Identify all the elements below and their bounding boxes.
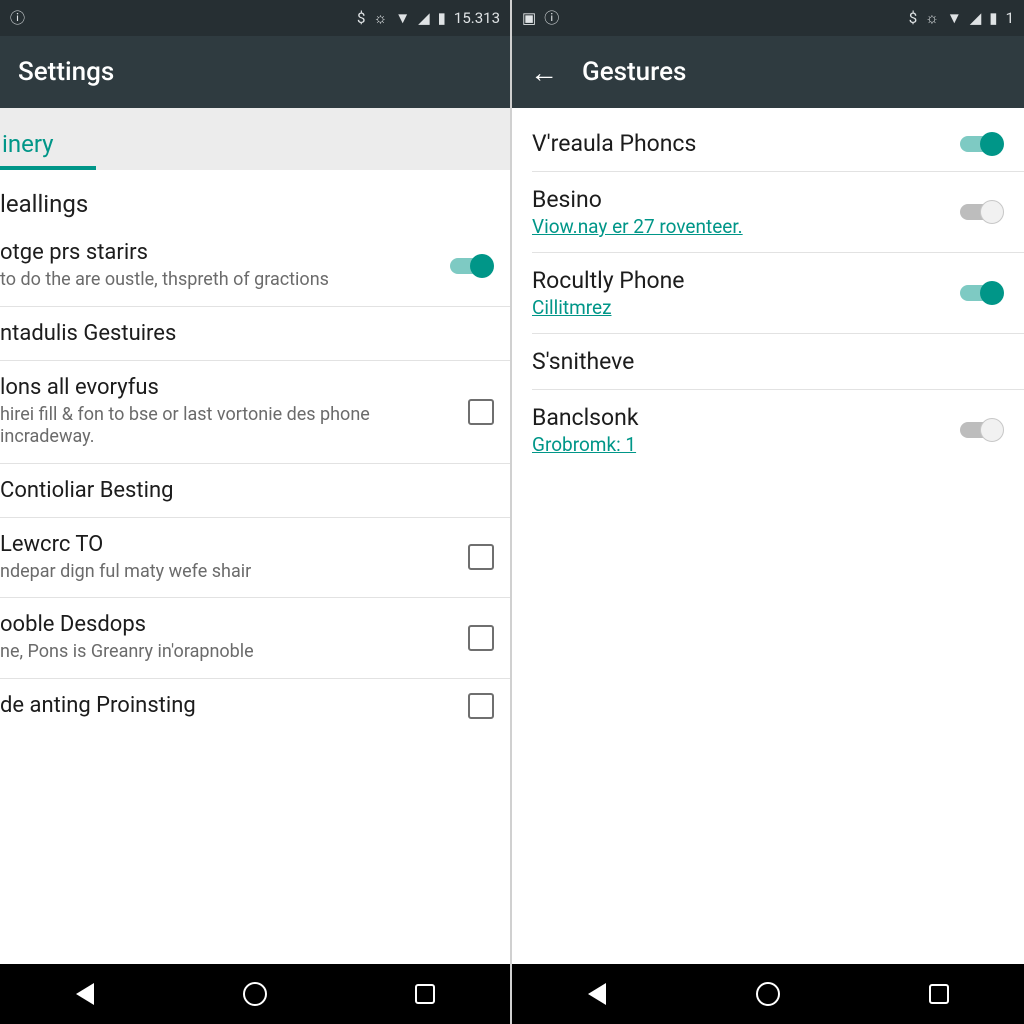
signal-icon: ◢	[418, 11, 430, 26]
nav-back[interactable]	[55, 978, 115, 1010]
screenshot-icon: ▣	[522, 11, 536, 26]
list-item[interactable]: Contioliar Besting	[0, 464, 510, 518]
list-item[interactable]: Banclsonk Grobromk: 1	[532, 390, 1024, 470]
list-item[interactable]: V'reaula Phoncs	[532, 116, 1024, 172]
phone-left: ⓘ $ ☼ ▼ ◢ ▮ 15.313 Settings inery lealli…	[0, 0, 512, 1024]
item-title: lons all evoryfus	[0, 375, 452, 400]
checkbox[interactable]	[468, 399, 494, 425]
item-subtitle: ndepar dign ful maty wefe shair	[0, 561, 452, 584]
item-title: Contioliar Besting	[0, 478, 494, 503]
list-item[interactable]: de anting Proinsting	[0, 679, 510, 733]
list-item[interactable]: lons all evoryfus hirei fill & fon to bs…	[0, 361, 510, 464]
toggle-switch[interactable]	[958, 199, 1004, 225]
tab-inery[interactable]: inery	[0, 130, 56, 170]
item-subtitle: ne, Pons is Greanry in'orapnoble	[0, 641, 452, 664]
list-item[interactable]: Lewcrc TO ndepar dign ful maty wefe shai…	[0, 518, 510, 599]
triangle-icon	[588, 983, 606, 1005]
toggle-switch[interactable]	[958, 417, 1004, 443]
item-title: Besino	[532, 186, 942, 213]
list-item[interactable]: ntadulis Gestuires	[0, 307, 510, 361]
item-subtitle: to do the are oustle, thspreth of gracti…	[0, 269, 432, 292]
currency-icon: $	[357, 11, 365, 26]
circle-icon	[243, 982, 267, 1006]
nav-home[interactable]	[738, 978, 798, 1010]
item-title: ntadulis Gestuires	[0, 321, 494, 346]
battery-icon: ▮	[438, 11, 446, 26]
currency-icon: $	[909, 11, 917, 26]
status-time: 1	[1006, 9, 1014, 27]
section-header: leallings	[0, 178, 510, 226]
nav-bar	[512, 964, 1024, 1024]
checkbox[interactable]	[468, 625, 494, 651]
app-bar: ← Gestures	[512, 36, 1024, 108]
item-link[interactable]: Grobromk: 1	[532, 433, 942, 456]
list-item[interactable]: Besino Viow.nay er 27 roventeer.	[532, 172, 1024, 253]
checkbox[interactable]	[468, 693, 494, 719]
item-subtitle: hirei fill & fon to bse or last vortonie…	[0, 404, 452, 449]
alarm-icon: ☼	[925, 11, 939, 26]
signal-icon: ◢	[970, 11, 982, 26]
item-link[interactable]: Viow.nay er 27 roventeer.	[532, 215, 942, 238]
back-button[interactable]: ←	[530, 56, 558, 89]
item-link[interactable]: Cillitmrez	[532, 296, 942, 319]
circle-icon	[756, 982, 780, 1006]
page-title: Settings	[18, 57, 114, 87]
info-icon: ⓘ	[544, 11, 559, 26]
gestures-list: V'reaula Phoncs Besino Viow.nay er 27 ro…	[512, 108, 1024, 964]
wifi-icon: ▼	[947, 11, 962, 26]
square-icon	[929, 984, 949, 1004]
nav-bar	[0, 964, 510, 1024]
item-title: Banclsonk	[532, 404, 942, 431]
info-icon: ⓘ	[10, 11, 25, 26]
nav-back[interactable]	[567, 978, 627, 1010]
item-title: otge prs starirs	[0, 240, 432, 265]
wifi-icon: ▼	[395, 11, 410, 26]
status-bar: ▣ ⓘ $ ☼ ▼ ◢ ▮ 1	[512, 0, 1024, 36]
nav-home[interactable]	[225, 978, 285, 1010]
nav-recents[interactable]	[909, 978, 969, 1010]
list-item[interactable]: ooble Desdops ne, Pons is Greanry in'ora…	[0, 598, 510, 679]
item-title: Lewcrc TO	[0, 532, 452, 557]
status-bar: ⓘ $ ☼ ▼ ◢ ▮ 15.313	[0, 0, 510, 36]
list-item[interactable]: Rocultly Phone Cillitmrez	[532, 253, 1024, 334]
page-title: Gestures	[582, 57, 686, 87]
square-icon	[415, 984, 435, 1004]
item-title: S'snitheve	[532, 348, 1004, 375]
settings-list: leallings otge prs starirs to do the are…	[0, 170, 510, 964]
list-item[interactable]: otge prs starirs to do the are oustle, t…	[0, 226, 510, 307]
battery-icon: ▮	[989, 11, 997, 26]
app-bar: Settings	[0, 36, 510, 108]
toggle-switch[interactable]	[958, 280, 1004, 306]
item-title: V'reaula Phoncs	[532, 130, 942, 157]
tab-strip: inery	[0, 108, 510, 170]
toggle-switch[interactable]	[448, 253, 494, 279]
alarm-icon: ☼	[373, 11, 387, 26]
triangle-icon	[76, 983, 94, 1005]
nav-recents[interactable]	[395, 978, 455, 1010]
list-item[interactable]: S'snitheve	[532, 334, 1024, 390]
phone-right: ▣ ⓘ $ ☼ ▼ ◢ ▮ 1 ← Gestures V'reaula Phon…	[512, 0, 1024, 1024]
status-time: 15.313	[454, 9, 500, 27]
toggle-switch[interactable]	[958, 131, 1004, 157]
item-title: Rocultly Phone	[532, 267, 942, 294]
item-title: ooble Desdops	[0, 612, 452, 637]
item-title: de anting Proinsting	[0, 693, 452, 718]
checkbox[interactable]	[468, 544, 494, 570]
